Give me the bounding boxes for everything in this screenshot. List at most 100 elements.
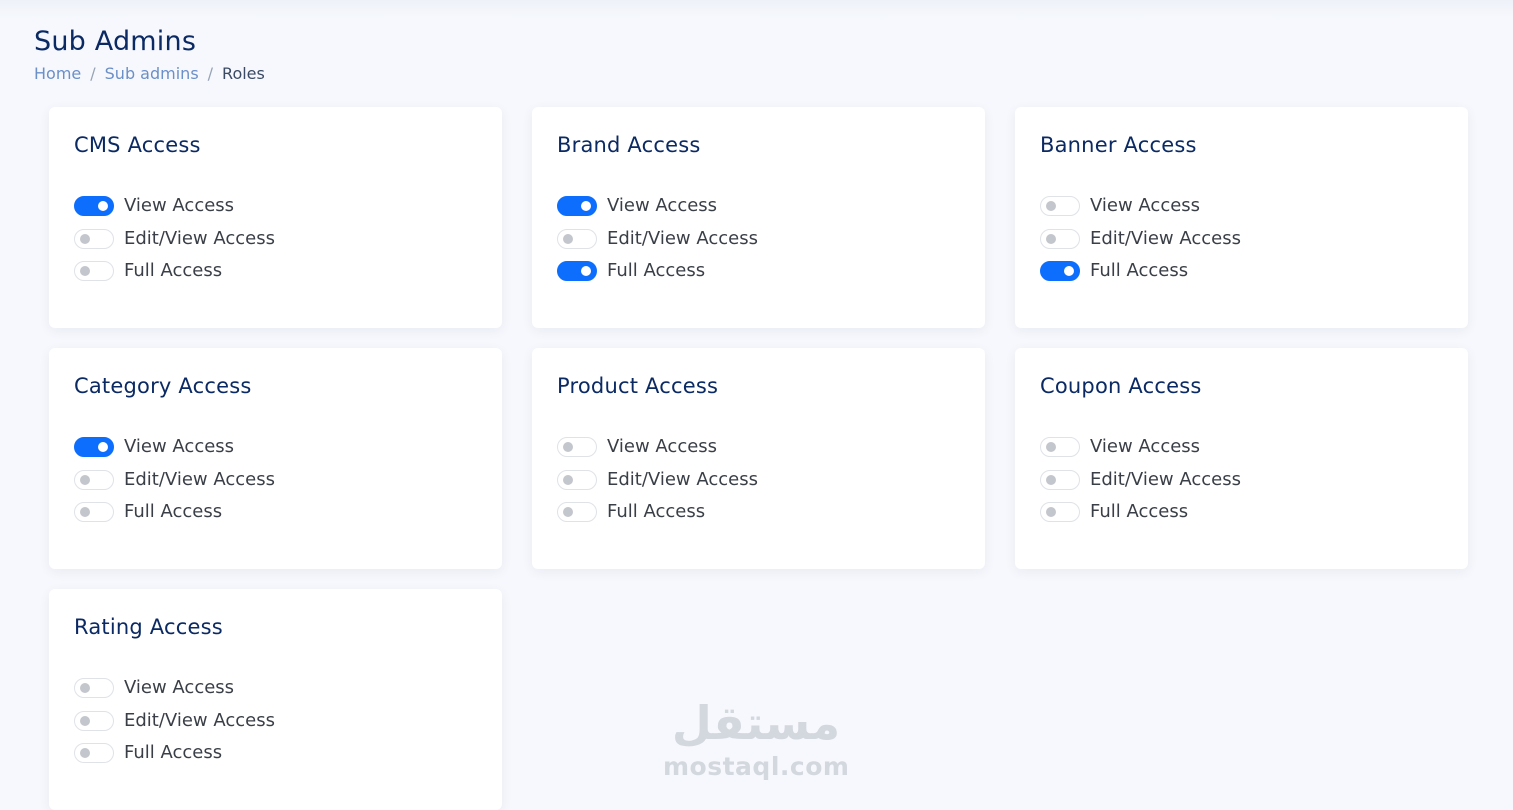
- option-label: Full Access: [607, 260, 706, 282]
- toggle-switch-full-access[interactable]: [557, 261, 597, 282]
- option-banner-access-full-access[interactable]: Full Access: [1040, 255, 1443, 288]
- toggle-switch-edit-view-access[interactable]: [1040, 228, 1080, 249]
- card-title: Rating Access: [74, 615, 223, 639]
- option-label: Edit/View Access: [1090, 468, 1241, 490]
- card-product-access: Product Access View Access Edit/View Acces…: [532, 348, 985, 569]
- option-coupon-access-view-access[interactable]: View Access: [1040, 431, 1443, 464]
- toggle-switch-edit-view-access[interactable]: [557, 228, 597, 249]
- card-brand-access: Brand Access View Access Edit/View Access F…: [532, 107, 985, 328]
- option-label: View Access: [607, 195, 718, 217]
- option-category-access-edit-view-access[interactable]: Edit/View Access: [74, 464, 477, 497]
- option-brand-access-view-access[interactable]: View Access: [557, 190, 960, 223]
- toggle-knob: [98, 442, 108, 453]
- option-label: View Access: [124, 195, 235, 217]
- toggle-switch-edit-view-access[interactable]: [74, 469, 114, 490]
- option-label: Full Access: [1090, 501, 1189, 523]
- breadcrumb-sub-admins-link[interactable]: Sub admins: [105, 62, 199, 86]
- toggle-switch-edit-view-access[interactable]: [1040, 469, 1080, 490]
- option-product-access-edit-view-access[interactable]: Edit/View Access: [557, 464, 960, 497]
- option-category-access-view-access[interactable]: View Access: [74, 431, 477, 464]
- card-title: Coupon Access: [1040, 374, 1202, 398]
- toggle-knob: [80, 233, 90, 244]
- toggle-knob: [563, 507, 573, 518]
- toggle-switch-view-access[interactable]: [557, 437, 597, 458]
- toggle-switch-full-access[interactable]: [74, 743, 114, 764]
- option-coupon-access-full-access[interactable]: Full Access: [1040, 496, 1443, 529]
- access-options: View Access Edit/View Access Full Access: [74, 672, 477, 770]
- option-label: Edit/View Access: [124, 709, 275, 731]
- card-title: CMS Access: [74, 133, 201, 157]
- toggle-knob: [1046, 201, 1056, 212]
- access-options: View Access Edit/View Access Full Access: [1040, 190, 1443, 288]
- option-banner-access-view-access[interactable]: View Access: [1040, 190, 1443, 223]
- option-product-access-full-access[interactable]: Full Access: [557, 496, 960, 529]
- toggle-knob: [80, 715, 90, 726]
- option-label: Edit/View Access: [607, 468, 758, 490]
- option-rating-access-view-access[interactable]: View Access: [74, 672, 477, 705]
- toggle-switch-full-access[interactable]: [557, 502, 597, 523]
- toggle-switch-full-access[interactable]: [1040, 261, 1080, 282]
- option-label: View Access: [124, 677, 235, 699]
- card-title: Product Access: [557, 374, 719, 398]
- access-options: View Access Edit/View Access Full Access: [1040, 431, 1443, 529]
- option-label: View Access: [607, 436, 718, 458]
- option-label: Edit/View Access: [1090, 227, 1241, 249]
- access-options: View Access Edit/View Access Full Access: [557, 190, 960, 288]
- toggle-knob: [1046, 233, 1056, 244]
- toggle-knob: [563, 233, 573, 244]
- toggle-switch-view-access[interactable]: [74, 196, 114, 217]
- card-title: Brand Access: [557, 133, 701, 157]
- access-options: View Access Edit/View Access Full Access: [74, 431, 477, 529]
- toggle-switch-view-access[interactable]: [74, 437, 114, 458]
- toggle-switch-edit-view-access[interactable]: [557, 469, 597, 490]
- toggle-knob: [1046, 507, 1056, 518]
- option-label: Edit/View Access: [124, 468, 275, 490]
- option-label: Full Access: [124, 742, 223, 764]
- option-label: View Access: [124, 436, 235, 458]
- toggle-switch-view-access[interactable]: [1040, 196, 1080, 217]
- option-coupon-access-edit-view-access[interactable]: Edit/View Access: [1040, 464, 1443, 497]
- page-header: Sub Admins Home / Sub admins / Roles: [34, 24, 265, 86]
- breadcrumb-current: Roles: [222, 64, 265, 83]
- option-label: Full Access: [1090, 260, 1189, 282]
- option-rating-access-full-access[interactable]: Full Access: [74, 737, 477, 770]
- option-cms-access-view-access[interactable]: View Access: [74, 190, 477, 223]
- option-product-access-view-access[interactable]: View Access: [557, 431, 960, 464]
- option-label: View Access: [1090, 195, 1201, 217]
- option-brand-access-full-access[interactable]: Full Access: [557, 255, 960, 288]
- toggle-switch-view-access[interactable]: [74, 678, 114, 699]
- option-label: View Access: [1090, 436, 1201, 458]
- option-cms-access-edit-view-access[interactable]: Edit/View Access: [74, 223, 477, 256]
- toggle-knob: [1046, 442, 1056, 453]
- toggle-switch-full-access[interactable]: [74, 502, 114, 523]
- option-brand-access-edit-view-access[interactable]: Edit/View Access: [557, 223, 960, 256]
- access-options: View Access Edit/View Access Full Access: [74, 190, 477, 288]
- card-coupon-access: Coupon Access View Access Edit/View Access…: [1015, 348, 1468, 569]
- toggle-switch-view-access[interactable]: [557, 196, 597, 217]
- option-banner-access-edit-view-access[interactable]: Edit/View Access: [1040, 223, 1443, 256]
- option-label: Edit/View Access: [124, 227, 275, 249]
- toggle-knob: [563, 442, 573, 453]
- option-cms-access-full-access[interactable]: Full Access: [74, 255, 477, 288]
- toggle-switch-edit-view-access[interactable]: [74, 228, 114, 249]
- breadcrumb-home-link[interactable]: Home: [34, 62, 81, 86]
- toggle-switch-full-access[interactable]: [74, 261, 114, 282]
- toggle-switch-view-access[interactable]: [1040, 437, 1080, 458]
- breadcrumb-separator: /: [207, 64, 214, 83]
- toggle-knob: [1064, 266, 1074, 277]
- toggle-switch-full-access[interactable]: [1040, 502, 1080, 523]
- breadcrumb: Home / Sub admins / Roles: [34, 62, 265, 86]
- toggle-knob: [80, 748, 90, 759]
- option-label: Full Access: [124, 501, 223, 523]
- page-title: Sub Admins: [34, 26, 197, 57]
- card-rating-access: Rating Access View Access Edit/View Access…: [49, 589, 502, 810]
- toggle-knob: [80, 507, 90, 518]
- toggle-switch-edit-view-access[interactable]: [74, 710, 114, 731]
- card-banner-access: Banner Access View Access Edit/View Access…: [1015, 107, 1468, 328]
- option-category-access-full-access[interactable]: Full Access: [74, 496, 477, 529]
- breadcrumb-separator: /: [90, 64, 96, 83]
- toggle-knob: [581, 266, 591, 277]
- option-rating-access-edit-view-access[interactable]: Edit/View Access: [74, 705, 477, 738]
- card-cms-access: CMS Access View Access Edit/View Access Ful…: [49, 107, 502, 328]
- toggle-knob: [563, 474, 573, 485]
